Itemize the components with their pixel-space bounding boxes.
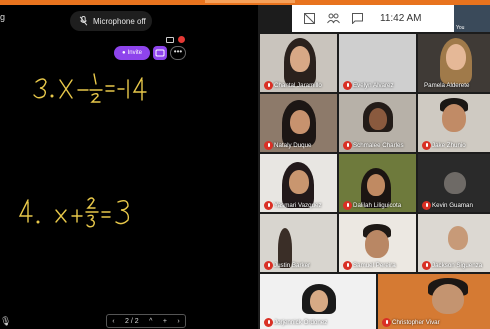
participant-name: Pamela Alderete xyxy=(424,82,470,89)
muted-mic-icon xyxy=(264,318,273,327)
participant-name: Yasmari Vazquez xyxy=(274,202,322,209)
page-indicator: 2 / 2 xyxy=(125,317,139,325)
status-bar: 11:42 AM You xyxy=(292,5,490,32)
participant-name: Dalilah Liliguicota xyxy=(353,202,402,209)
participant-tile[interactable]: Pamela Alderete xyxy=(418,34,490,92)
prev-page-button[interactable]: ‹ xyxy=(112,318,114,325)
add-page-button[interactable]: + xyxy=(163,318,167,325)
muted-mic-icon xyxy=(422,141,431,150)
more-options-button[interactable]: ••• xyxy=(170,46,186,60)
problem-3 xyxy=(33,73,147,103)
participant-name: Schmalee Charles xyxy=(353,142,404,149)
share-icon xyxy=(155,49,165,57)
participant-tile[interactable]: Jorjennick Ordonez xyxy=(260,274,376,329)
participant-name: Kevin Guaman xyxy=(432,202,473,209)
muted-mic-icon xyxy=(382,318,391,327)
participant-tile[interactable]: Chantal Jaramillo xyxy=(260,34,337,92)
participant-name: Evelyn Alvarez xyxy=(353,82,394,89)
muted-mic-icon xyxy=(264,81,273,90)
muted-mic-icon xyxy=(343,81,352,90)
page-up-button[interactable]: ^ xyxy=(149,318,152,325)
muted-mic-icon xyxy=(264,261,273,270)
self-label: You xyxy=(456,25,465,31)
participant-name: Samuel Pereira xyxy=(353,262,396,269)
muted-mic-icon xyxy=(343,201,352,210)
share-board-button[interactable] xyxy=(153,46,167,60)
invite-button[interactable]: ● Invite xyxy=(114,46,150,60)
next-page-button[interactable]: › xyxy=(177,318,179,325)
layout-icon[interactable] xyxy=(302,12,316,26)
whiteboard-canvas[interactable]: g Microphone off ● Invite ••• 🎙 ‹ 2 / 2 … xyxy=(0,5,258,329)
participant-name: Jorjennick Ordonez xyxy=(274,319,328,326)
handwritten-math xyxy=(18,73,147,228)
participant-tile[interactable]: Dalilah Liliguicota xyxy=(339,154,416,212)
microphone-off-icon xyxy=(79,16,88,26)
camera-icon xyxy=(166,36,174,43)
muted-mic-icon xyxy=(264,201,273,210)
participant-name: Christopher Vivar xyxy=(392,319,440,326)
participant-tile[interactable]: Christopher Vivar xyxy=(378,274,490,329)
muted-mic-icon xyxy=(422,261,431,270)
participant-name: Jake Zhunio xyxy=(432,142,466,149)
meeting-window: g Microphone off ● Invite ••• 🎙 ‹ 2 / 2 … xyxy=(0,0,490,329)
person-add-icon: ● xyxy=(122,50,126,56)
microphone-status-text: Microphone off xyxy=(93,16,146,26)
participant-name: Chantal Jaramillo xyxy=(274,82,322,89)
muted-mic-icon xyxy=(264,141,273,150)
participant-name: Jackson Siguenza xyxy=(432,262,483,269)
participant-tile[interactable]: Nataly Duque xyxy=(260,94,337,152)
participants-icon[interactable] xyxy=(326,12,340,26)
muted-mic-icon xyxy=(343,261,352,270)
muted-mic-icon xyxy=(343,141,352,150)
participant-tile[interactable]: Yasmari Vazquez xyxy=(260,154,337,212)
self-view-tile[interactable]: You xyxy=(454,5,490,32)
muted-mic-icon xyxy=(422,201,431,210)
participant-name: Justin Barker xyxy=(274,262,311,269)
participant-tile[interactable]: Justin Barker xyxy=(260,214,337,272)
participant-tile[interactable]: Evelyn Alvarez xyxy=(339,34,416,92)
app-title: g xyxy=(0,12,6,22)
clock: 11:42 AM xyxy=(380,13,422,24)
problem-4 xyxy=(18,197,130,228)
chat-icon[interactable] xyxy=(350,12,364,26)
invite-label: Invite xyxy=(127,50,142,56)
participant-name: Nataly Duque xyxy=(274,142,312,149)
board-status-icons xyxy=(166,36,185,43)
microphone-off-pill[interactable]: Microphone off xyxy=(70,11,152,31)
participant-tile[interactable]: Jake Zhunio xyxy=(418,94,490,152)
participant-tile[interactable]: Schmalee Charles xyxy=(339,94,416,152)
record-icon xyxy=(178,36,185,43)
page-controls: ‹ 2 / 2 ^ + › xyxy=(106,314,186,328)
participant-tile[interactable]: Jackson Siguenza xyxy=(418,214,490,272)
participant-tile[interactable]: Samuel Pereira xyxy=(339,214,416,272)
participant-tile[interactable]: Kevin Guaman xyxy=(418,154,490,212)
microphone-icon[interactable]: 🎙 xyxy=(0,316,11,327)
